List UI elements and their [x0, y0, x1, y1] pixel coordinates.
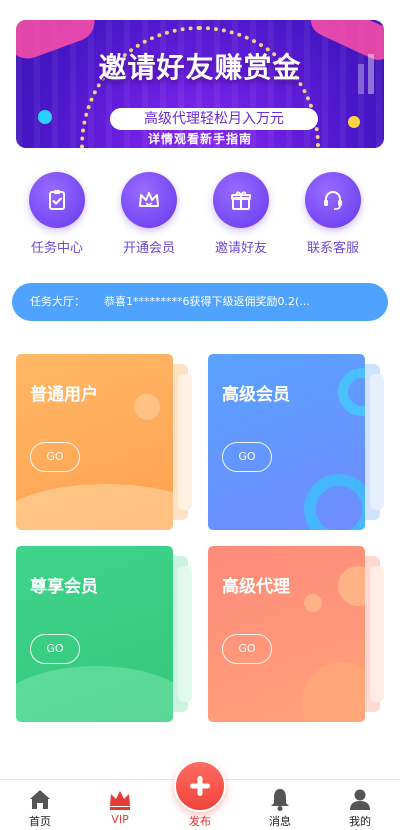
- menu-icon-circle: [29, 172, 85, 228]
- notice-text: 恭喜1*********6获得下级返佣奖励0.2(...: [104, 295, 310, 308]
- tab-label: 首页: [29, 815, 51, 828]
- task-hall-notice[interactable]: 任务大厅： 恭喜1*********6获得下级返佣奖励0.2(...: [12, 283, 388, 321]
- card-ring-decoration: [304, 474, 365, 530]
- gift-icon: [231, 191, 251, 210]
- go-button[interactable]: GO: [222, 442, 272, 472]
- tab-home[interactable]: 首页: [10, 786, 70, 829]
- tab-publish[interactable]: 发布: [174, 760, 226, 829]
- crown-icon: [139, 192, 159, 207]
- banner-dot-decoration: [348, 116, 360, 128]
- card-stack-shadow: [178, 566, 192, 702]
- menu-item-open-membership[interactable]: 开通会员: [103, 172, 195, 256]
- tab-label: VIP: [111, 813, 129, 826]
- card-title: 高级会员: [222, 385, 290, 405]
- card-circle-decoration: [302, 662, 365, 722]
- card-face: 高级会员 GO: [208, 354, 365, 530]
- menu-item-label: 任务中心: [30, 241, 83, 256]
- tab-messages[interactable]: 消息: [250, 786, 310, 829]
- task-clipboard-icon: [49, 190, 65, 210]
- membership-card-senior-agent[interactable]: 高级代理 GO: [208, 546, 388, 722]
- membership-card-senior-member[interactable]: 高级会员 GO: [208, 354, 388, 530]
- card-stack-shadow: [370, 374, 384, 510]
- menu-item-invite-friends[interactable]: 邀请好友: [195, 172, 287, 256]
- menu-icon-circle: [305, 172, 361, 228]
- menu-item-task-center[interactable]: 任务中心: [11, 172, 103, 256]
- menu-icon-circle: [121, 172, 177, 228]
- headset-icon: [324, 191, 342, 210]
- card-stack-shadow: [370, 566, 384, 702]
- notice-label: 任务大厅：: [30, 295, 85, 308]
- card-face: 高级代理 GO: [208, 546, 365, 722]
- card-face: 普通用户 GO: [16, 354, 173, 530]
- go-button[interactable]: GO: [30, 442, 80, 472]
- banner-subtitle: 详情观看新手指南: [147, 132, 252, 146]
- banner-dot-decoration: [38, 110, 52, 124]
- promo-banner[interactable]: 邀请好友赚赏金 高级代理轻松月入万元 详情观看新手指南: [16, 20, 384, 148]
- membership-card-regular-user[interactable]: 普通用户 GO: [16, 354, 196, 530]
- banner-title: 邀请好友赚赏金: [98, 51, 302, 84]
- banner-pill-text: 高级代理轻松月入万元: [110, 108, 318, 130]
- card-title: 高级代理: [222, 577, 290, 597]
- menu-item-label: 邀请好友: [214, 241, 267, 256]
- card-circle-decoration: [134, 394, 160, 420]
- tab-mine[interactable]: 我的: [330, 786, 390, 829]
- card-title: 尊享会员: [30, 577, 98, 597]
- menu-item-customer-service[interactable]: 联系客服: [287, 172, 379, 256]
- page: 邀请好友赚赏金 高级代理轻松月入万元 详情观看新手指南 任务中心 开通会员 邀请…: [0, 0, 400, 830]
- publish-button[interactable]: [174, 760, 226, 812]
- tab-label: 我的: [349, 815, 371, 828]
- tab-label: 发布: [189, 815, 211, 828]
- card-circle-decoration: [338, 566, 365, 606]
- card-circle-decoration: [304, 594, 322, 612]
- plus-icon: [190, 776, 210, 796]
- home-icon: [30, 790, 50, 809]
- card-ring-decoration: [338, 368, 365, 416]
- menu-item-label: 联系客服: [306, 241, 359, 256]
- card-wave-decoration: [16, 666, 173, 722]
- menu-item-label: 开通会员: [122, 241, 175, 256]
- card-face: 尊享会员 GO: [16, 546, 173, 722]
- tab-label: 消息: [269, 815, 291, 828]
- go-button[interactable]: GO: [30, 634, 80, 664]
- go-button[interactable]: GO: [222, 634, 272, 664]
- quick-menu: 任务中心 开通会员 邀请好友 联系客服: [0, 172, 400, 262]
- tab-vip[interactable]: VIP: [90, 786, 150, 826]
- card-wave-decoration: [16, 484, 173, 530]
- membership-card-premium-member[interactable]: 尊享会员 GO: [16, 546, 196, 722]
- user-icon: [350, 789, 370, 810]
- card-stack-shadow: [178, 374, 192, 510]
- card-title: 普通用户: [30, 385, 98, 405]
- crown-icon: [110, 791, 130, 810]
- bell-icon: [271, 789, 289, 811]
- menu-icon-circle: [213, 172, 269, 228]
